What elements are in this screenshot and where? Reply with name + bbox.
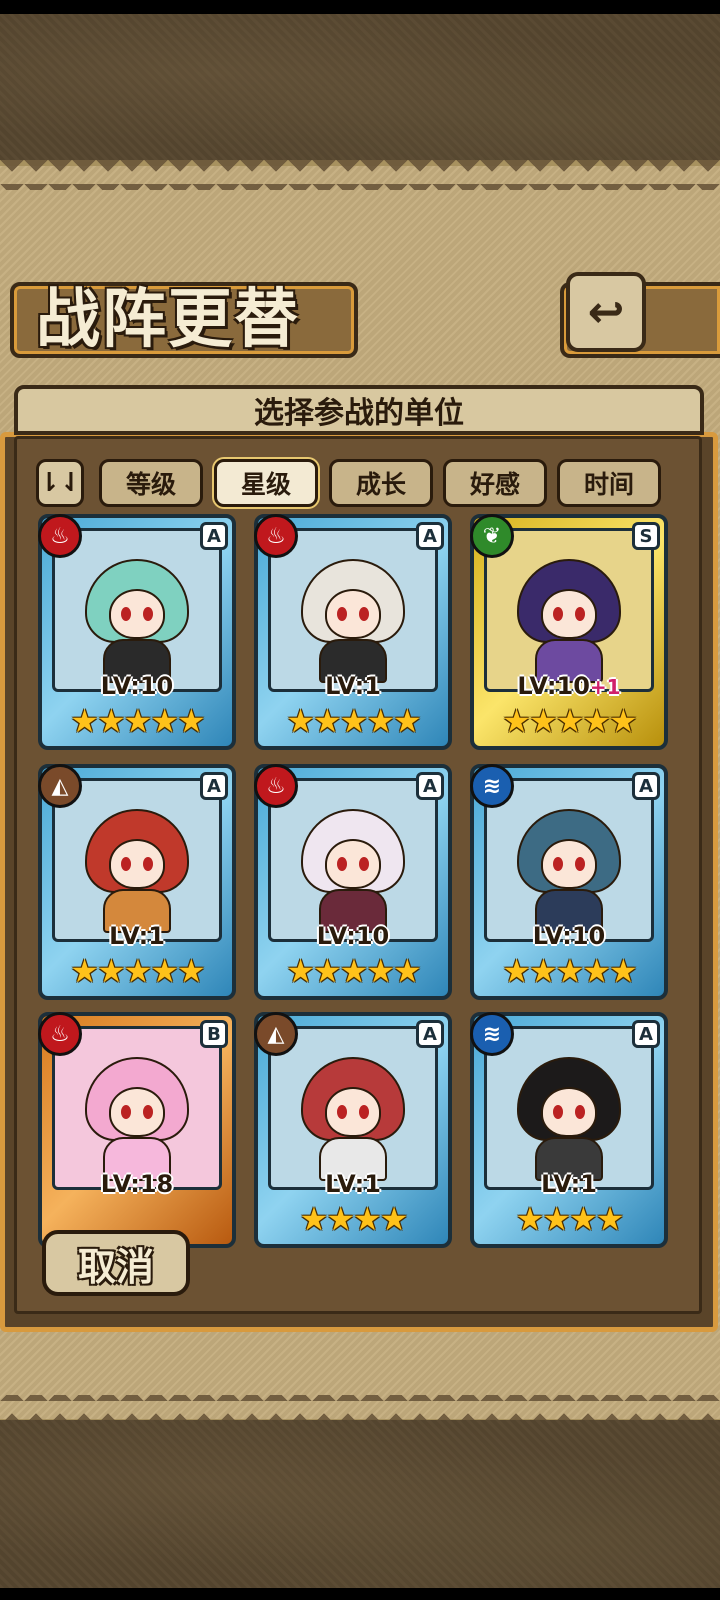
level-bonus: +1 [589,675,621,699]
unit-portrait [52,528,222,692]
rank-badge: A [632,1020,660,1048]
rank-badge: A [416,772,444,800]
rank-badge: A [632,772,660,800]
map-background-top [0,14,720,164]
unit-portrait [484,778,654,942]
panel-subtitle: 选择参战的单位 [14,385,704,435]
unit-figure [301,559,405,683]
star-rating: ★★★★★ [502,702,637,740]
unit-level: LV:18 [38,1170,236,1198]
rank-badge: S [632,522,660,550]
level-text: LV:1 [325,672,381,700]
level-text: LV:10 [316,922,390,950]
unit-portrait [268,528,438,692]
unit-level: LV:10+1 [470,672,668,700]
unit-level: LV:1 [470,1170,668,1198]
rank-badge: A [416,1020,444,1048]
earth-element-icon: ◭ [254,1012,298,1056]
back-button[interactable]: ↩ [566,272,646,352]
rank-badge: A [200,522,228,550]
unit-level: LV:1 [254,1170,452,1198]
level-text: LV:10 [517,672,590,700]
unit-level: LV:10 [38,672,236,700]
bottom-edge [0,1588,720,1600]
fire-element-icon: ♨ [38,514,82,558]
page-title: 战阵更替 [36,282,300,357]
star-rating: ★★★★ [515,1200,625,1238]
unit-card[interactable]: ≋ A LV:10 ★★★★★ [470,764,668,1000]
level-text: LV:1 [541,1170,597,1198]
sort-order-icon: ⇂⇃ [38,468,82,498]
star-rating: ★★★★★ [502,952,637,990]
unit-figure [85,559,189,683]
wood-element-icon: ❦ [470,514,514,558]
zigzag-border-top [0,160,720,190]
unit-card[interactable]: ◭ A LV:1 ★★★★★ [38,764,236,1000]
unit-card[interactable]: ≋ A LV:1 ★★★★ [470,1012,668,1248]
star-rating: ★★★★★ [286,952,421,990]
unit-portrait [268,1026,438,1190]
unit-card[interactable]: ❦ S LV:10+1 ★★★★★ [470,514,668,750]
tab-star[interactable]: 星级 [214,459,318,507]
level-text: LV:1 [325,1170,381,1198]
unit-portrait [52,1026,222,1190]
unit-level: LV:1 [38,922,236,950]
water-element-icon: ≋ [470,1012,514,1056]
fire-element-icon: ♨ [38,1012,82,1056]
tab-time[interactable]: 时间 [557,459,661,507]
unit-level: LV:1 [254,672,452,700]
unit-figure [301,1057,405,1181]
tab-level[interactable]: 等级 [99,459,203,507]
level-text: LV:1 [109,922,165,950]
unit-level: LV:10 [470,922,668,950]
star-rating: ★★★★★ [70,952,205,990]
unit-figure [85,809,189,933]
unit-level: LV:10 [254,922,452,950]
map-background-bottom [0,1420,720,1588]
unit-card[interactable]: ♨ A LV:1 ★★★★★ [254,514,452,750]
rank-badge: A [200,772,228,800]
star-rating: ★★★★ [299,1200,409,1238]
back-arrow-icon: ↩ [587,286,625,338]
level-text: LV:10 [532,922,606,950]
fire-element-icon: ♨ [254,764,298,808]
unit-portrait [484,1026,654,1190]
unit-figure [301,809,405,933]
rank-badge: A [416,522,444,550]
earth-element-icon: ◭ [38,764,82,808]
fire-element-icon: ♨ [254,514,298,558]
unit-portrait [52,778,222,942]
level-text: LV:18 [100,1170,174,1198]
star-rating: ★★★★★ [70,702,205,740]
cancel-button[interactable]: 取消 [42,1230,190,1296]
status-bar [0,0,720,14]
tab-growth[interactable]: 成长 [329,459,433,507]
unit-portrait [484,528,654,692]
unit-card[interactable]: ♨ A LV:10 ★★★★★ [38,514,236,750]
star-rating: ★★★★★ [286,702,421,740]
sort-order-toggle[interactable]: ⇂⇃ [36,459,84,507]
unit-card[interactable]: ◭ A LV:1 ★★★★ [254,1012,452,1248]
unit-figure [517,1057,621,1181]
unit-portrait [268,778,438,942]
level-text: LV:10 [100,672,174,700]
unit-figure [517,559,621,683]
water-element-icon: ≋ [470,764,514,808]
unit-card[interactable]: ♨ A LV:10 ★★★★★ [254,764,452,1000]
unit-figure [85,1057,189,1181]
rank-badge: B [200,1020,228,1048]
unit-figure [517,809,621,933]
unit-card[interactable]: ♨ B LV:18 [38,1012,236,1248]
tab-affection[interactable]: 好感 [443,459,547,507]
